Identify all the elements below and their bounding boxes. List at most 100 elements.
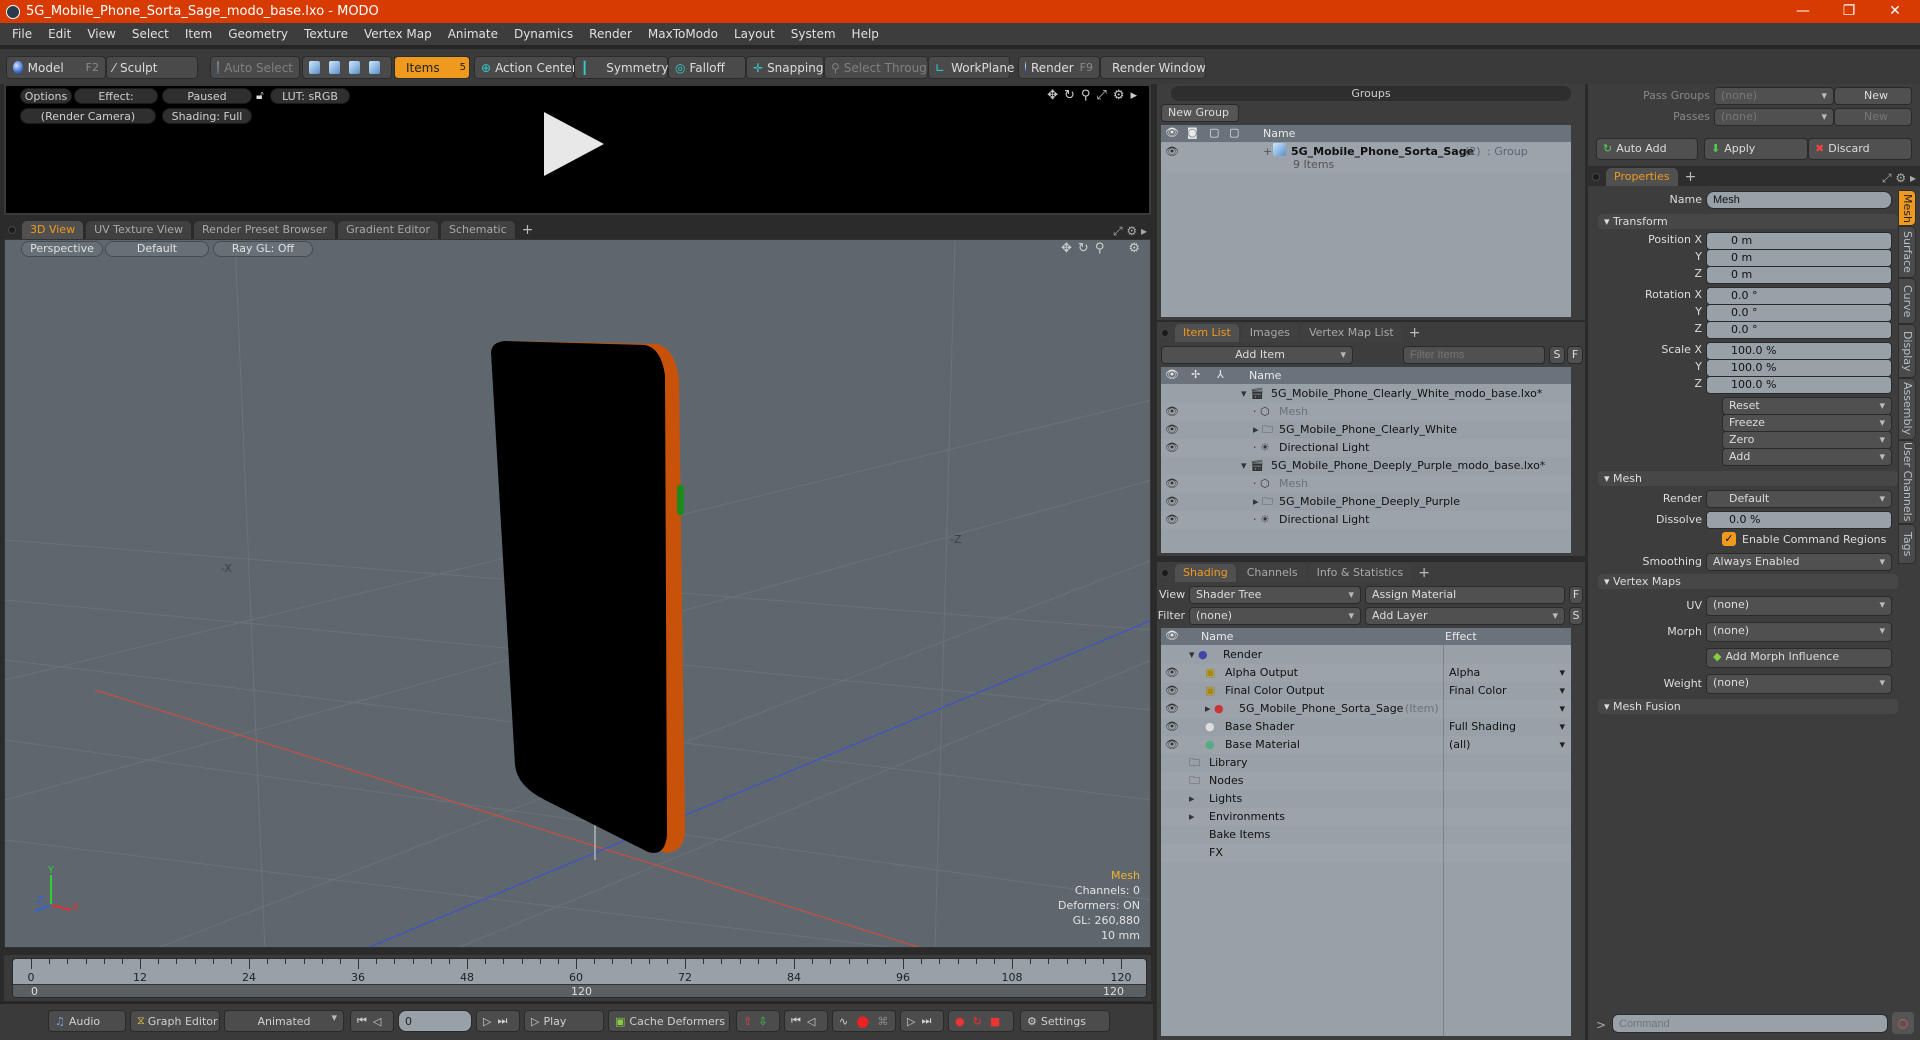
shader-row[interactable]: ▾ ● Render <box>1161 646 1571 664</box>
menu-maxtomodo[interactable]: MaxToModo <box>640 27 726 41</box>
auto-select-button[interactable]: Auto Select <box>210 56 300 79</box>
position-z-field[interactable]: 0 m <box>1706 266 1892 284</box>
tab-images[interactable]: Images <box>1241 324 1298 342</box>
last-key-icon[interactable]: ⏭ <box>921 1014 931 1028</box>
menu-help[interactable]: Help <box>844 27 887 41</box>
tab-shading[interactable]: Shading <box>1175 564 1236 582</box>
delete-key-icon[interactable]: ● <box>955 1015 965 1028</box>
prev-key-icon[interactable]: ◁ <box>807 1015 815 1028</box>
menu-system[interactable]: System <box>783 27 844 41</box>
tab-render-preset-browser[interactable]: Render Preset Browser <box>194 221 336 239</box>
materials-mode-icon[interactable] <box>369 61 380 74</box>
preview-effect-dropdown[interactable]: Effect: (Shadi... <box>74 88 158 119</box>
model-mode-button[interactable]: Model F2 <box>6 56 106 79</box>
position-x-field[interactable]: 0 m <box>1706 232 1892 250</box>
menu-edit[interactable]: Edit <box>40 27 79 41</box>
discard-button[interactable]: ✖ Discard <box>1808 138 1912 160</box>
assign-material-button[interactable]: Assign Material <box>1365 586 1565 604</box>
add-tab-button[interactable]: + <box>1681 168 1701 186</box>
item-list-row[interactable]: 👁︎ · ⬡ Mesh <box>1161 403 1571 421</box>
mesh-section[interactable]: ▾ Mesh <box>1598 471 1898 486</box>
effect-dropdown-icon[interactable]: ▾ <box>1559 682 1565 700</box>
play-button[interactable]: ▷ Play <box>524 1010 604 1032</box>
set-key-icon[interactable]: ■ <box>990 1015 1000 1028</box>
tab-info-statistics[interactable]: Info & Statistics <box>1308 564 1412 582</box>
shader-row[interactable]: 🗀 Nodes <box>1161 772 1571 790</box>
render-window-button[interactable]: Render Window <box>1100 56 1206 79</box>
reset-dropdown[interactable]: Reset <box>1722 397 1892 415</box>
visibility-eye-icon[interactable]: 👁︎ <box>1165 475 1179 493</box>
items-mode-button[interactable]: Items 5 <box>394 56 470 79</box>
style-dropdown[interactable]: Default <box>105 241 209 257</box>
pan-icon[interactable]: ✥ <box>1061 241 1072 256</box>
gear-icon[interactable]: ⚙ <box>1128 241 1140 256</box>
shader-row[interactable]: 👁︎ ● Base Material (all) ▾ <box>1161 736 1571 754</box>
lut-dropdown[interactable]: LUT: sRGB <box>270 88 350 104</box>
first-key-icon[interactable]: ⏮ <box>791 1014 801 1028</box>
new-group-button[interactable]: New Group <box>1161 104 1239 122</box>
freeze-dropdown[interactable]: Freeze <box>1722 414 1892 432</box>
auto-key-icon[interactable]: ∿ <box>839 1015 848 1028</box>
shading-s-button[interactable]: S <box>1569 607 1583 625</box>
tab-schematic[interactable]: Schematic <box>441 221 515 239</box>
expand-icon[interactable]: + <box>1263 143 1272 161</box>
side-tab-user-channels[interactable]: User Channels <box>1898 440 1916 524</box>
tab-item-list[interactable]: Item List <box>1175 324 1239 342</box>
pan-icon[interactable]: ✥ <box>1047 88 1058 103</box>
pass-groups-dropdown[interactable]: (none) <box>1714 87 1834 105</box>
side-tab-mesh[interactable]: Mesh <box>1898 190 1916 226</box>
shader-row[interactable]: 🗀 Library <box>1161 754 1571 772</box>
key-filter-icon[interactable]: ⌘ <box>877 1015 888 1028</box>
visibility-eye-icon[interactable]: 👁︎ <box>1165 736 1179 754</box>
shader-row[interactable]: Bake Items <box>1161 826 1571 844</box>
shader-row[interactable]: 👁︎ ▣ Alpha Output Alpha ▾ <box>1161 664 1571 682</box>
play-preview-icon[interactable] <box>544 112 604 176</box>
raygl-dropdown[interactable]: Ray GL: Off <box>213 241 313 257</box>
next-key-icon[interactable]: ▷ <box>483 1015 491 1028</box>
action-center-button[interactable]: ⊕ Action Center <box>474 56 577 79</box>
menu-texture[interactable]: Texture <box>296 27 356 41</box>
render-camera-dropdown[interactable]: (Render Camera) <box>20 108 156 124</box>
restore-button[interactable]: ❐ <box>1826 0 1872 23</box>
add-morph-influence-button[interactable]: ◆ Add Morph Influence <box>1706 648 1892 668</box>
group-row[interactable]: 👁︎ + 5G_Mobile_Phone_Sorta_Sage (2) : Gr… <box>1161 143 1571 173</box>
item-list-row[interactable]: 👁︎ · ☀ Directional Light <box>1161 439 1571 457</box>
command-history-button[interactable]: ○ <box>1892 1012 1914 1034</box>
maximize-icon[interactable]: ⤢ <box>1096 88 1106 103</box>
symmetry-button[interactable]: ┃ Symmetry <box>574 56 668 79</box>
visibility-eye-icon[interactable]: 👁︎ <box>1165 700 1179 718</box>
shading-dropdown[interactable]: Shading: Full <box>162 108 252 124</box>
zoom-icon[interactable]: ⚲ <box>1081 88 1091 103</box>
visibility-eye-icon[interactable]: 👁︎ <box>1165 718 1179 736</box>
tab-vertex-map-list[interactable]: Vertex Map List <box>1300 324 1402 342</box>
record-icon[interactable]: ● <box>856 1012 869 1030</box>
cache-deformers-button[interactable]: ▣ Cache Deformers <box>608 1010 730 1032</box>
effect-dropdown-icon[interactable]: ▾ <box>1559 700 1565 718</box>
close-button[interactable]: ✕ <box>1872 0 1918 23</box>
filter-items-input[interactable] <box>1403 346 1545 364</box>
rotate-icon[interactable]: ↻ <box>1064 88 1075 103</box>
animated-dropdown[interactable]: Animated <box>224 1010 344 1032</box>
viewport-panel-icons[interactable]: ⤢ ⚙ ▸ <box>1113 224 1151 239</box>
rotation-z-field[interactable]: 0.0 ° <box>1706 321 1892 339</box>
item-list-row[interactable]: 👁︎ · ☀ Directional Light <box>1161 511 1571 529</box>
mesh-fusion-section[interactable]: ▾ Mesh Fusion <box>1598 699 1898 714</box>
tab-channels[interactable]: Channels <box>1238 564 1306 582</box>
item-list-row[interactable]: 👁︎ · ⬡ Mesh <box>1161 475 1571 493</box>
filter-f-button[interactable]: F <box>1567 346 1583 364</box>
shader-row[interactable]: ▸ Lights <box>1161 790 1571 808</box>
go-to-end-icon[interactable]: ⏭ <box>497 1014 507 1028</box>
preview-options-button[interactable]: Options <box>20 88 72 104</box>
effect-dropdown-icon[interactable]: ▾ <box>1559 718 1565 736</box>
auto-add-button[interactable]: ↻ Auto Add <box>1596 138 1698 160</box>
filter-s-button[interactable]: S <box>1549 346 1565 364</box>
visibility-eye-icon[interactable]: 👁︎ <box>1165 493 1179 511</box>
menu-dynamics[interactable]: Dynamics <box>506 27 581 41</box>
visibility-eye-icon[interactable]: 👁︎ <box>1165 664 1179 682</box>
side-tab-curve[interactable]: Curve <box>1898 278 1916 324</box>
visibility-eye-icon[interactable]: 👁︎ <box>1165 682 1179 700</box>
transform-section[interactable]: ▾ Transform <box>1598 214 1898 229</box>
render-dropdown[interactable]: Default <box>1706 490 1892 508</box>
morph-dropdown[interactable]: (none) <box>1706 622 1892 642</box>
3d-viewport[interactable]: -Z -X Y X Z Perspective Default Ray GL: … <box>4 239 1151 948</box>
